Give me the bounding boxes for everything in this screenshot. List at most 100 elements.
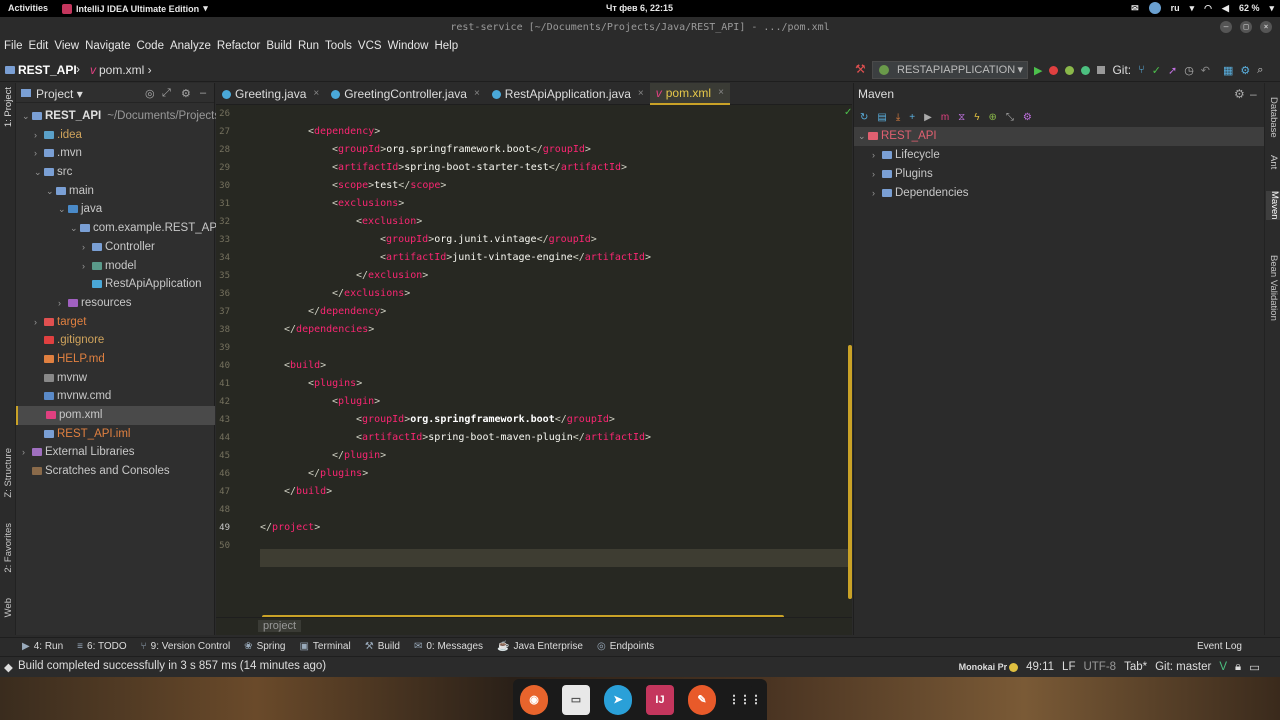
language-indicator[interactable]: ru (1171, 3, 1180, 13)
tree-item[interactable]: › External Libraries (16, 443, 215, 462)
app-menu[interactable]: IntelliJ IDEA Ultimate Edition ▾ (62, 3, 208, 14)
layout-icon[interactable]: ▦ (1223, 64, 1233, 77)
gear-icon[interactable]: ⚙ (1234, 87, 1245, 101)
chevron-right-icon[interactable]: › (82, 238, 92, 257)
tree-item[interactable]: › target (16, 313, 215, 332)
tree-item[interactable]: REST_API.iml (16, 425, 215, 444)
locate-icon[interactable]: ◎ (145, 87, 155, 100)
lock-icon[interactable]: 🔒︎ (1235, 661, 1241, 674)
bottom-tab[interactable]: ▣ Terminal (299, 638, 350, 655)
hide-icon[interactable]: – (1250, 87, 1257, 101)
menu-view[interactable]: View (54, 38, 83, 57)
activities-button[interactable]: Activities (8, 3, 48, 13)
caret-position[interactable]: 49:11 (1026, 661, 1054, 673)
breadcrumb-file[interactable]: v pom.xml › (90, 63, 152, 77)
reload-icon[interactable]: ↻ (860, 112, 868, 123)
ant-tool-tab[interactable]: Ant (1268, 155, 1279, 169)
telegram-icon[interactable]: ➤ (604, 684, 632, 715)
indent-setting[interactable]: Tab* (1124, 661, 1147, 673)
chevron-right-icon[interactable]: › (22, 443, 32, 462)
tree-item[interactable]: › .mvn (16, 144, 215, 163)
intellij-icon[interactable]: IJ (646, 684, 674, 715)
bottom-tab[interactable]: ✉ 0: Messages (414, 638, 483, 655)
tree-item[interactable]: ⌄ main (16, 182, 215, 201)
event-log-button[interactable]: Event Log (1197, 638, 1242, 656)
stop-icon[interactable] (1097, 66, 1106, 74)
settings-icon[interactable]: ⚙ (1240, 64, 1250, 77)
tree-item[interactable]: ⌄ REST_API ~/Documents/Projects/ (16, 107, 223, 126)
web-tool-tab[interactable]: Web (3, 598, 14, 617)
firefox-icon[interactable]: ◉ (520, 684, 548, 715)
chevron-down-icon[interactable]: ⌄ (34, 163, 44, 182)
menu-window[interactable]: Window (388, 38, 433, 57)
bottom-tab[interactable]: ◎ Endpoints (597, 638, 654, 655)
system-tray[interactable]: ✉ ru ▾ ◠ ◀ 62 % ▾ (1131, 2, 1274, 14)
tree-item[interactable]: .gitignore (16, 331, 215, 350)
tree-item[interactable]: › model (16, 257, 215, 276)
menu-run[interactable]: Run (298, 38, 323, 57)
files-icon[interactable]: ▭ (562, 684, 590, 715)
close-icon[interactable]: × (474, 83, 480, 105)
editor-tab[interactable]: GreetingController.java × (325, 83, 486, 105)
maven-tool-tab[interactable]: Maven (1266, 191, 1280, 220)
editor-breadcrumb[interactable]: project (258, 620, 302, 632)
menu-tools[interactable]: Tools (325, 38, 356, 57)
file-encoding[interactable]: UTF-8 (1083, 661, 1116, 673)
skip-tests-icon[interactable]: ϟ (974, 112, 979, 123)
theme-indicator[interactable]: Monokai Pr (959, 662, 1008, 672)
menu-vcs[interactable]: VCS (358, 38, 386, 57)
volume-icon[interactable]: ◀ (1222, 3, 1229, 14)
git-push-icon[interactable]: ➚ (1168, 64, 1177, 77)
git-commit-icon[interactable]: ✓ (1152, 64, 1161, 77)
menu-navigate[interactable]: Navigate (85, 38, 134, 57)
close-icon[interactable]: × (718, 82, 724, 104)
vertical-scrollbar[interactable] (848, 345, 852, 599)
chevron-down-icon[interactable]: ⌄ (22, 107, 32, 126)
tree-item[interactable]: mvnw.cmd (16, 387, 215, 406)
minimize-icon[interactable]: – (1220, 21, 1232, 33)
bottom-tab[interactable]: ▶ 4: Run (22, 638, 63, 655)
tree-item[interactable]: RestApiApplication (16, 275, 215, 294)
maven-tree-item[interactable]: › Dependencies (854, 184, 1265, 203)
search-icon[interactable]: ⌕ (1257, 64, 1263, 77)
chevron-down-icon[interactable]: ⌄ (858, 127, 868, 146)
breadcrumb-project[interactable]: REST_API (18, 63, 77, 77)
bottom-tab[interactable]: ❀ Spring (244, 638, 285, 655)
chevron-right-icon[interactable]: › (34, 313, 44, 332)
app-grid-icon[interactable]: ⋮⋮⋮ (729, 684, 762, 715)
chevron-right-icon[interactable]: › (58, 294, 68, 313)
maximize-icon[interactable]: □ (1240, 21, 1252, 33)
bean-validation-tool-tab[interactable]: Bean Validation (1268, 255, 1279, 321)
wifi-icon[interactable]: ◠ (1204, 3, 1212, 14)
show-dependencies-icon[interactable]: ⊕ (988, 112, 996, 123)
chevron-right-icon[interactable]: › (82, 257, 92, 276)
battery-indicator[interactable]: 62 % (1239, 3, 1260, 13)
editor-tab[interactable]: Greeting.java × (216, 83, 325, 105)
debug-icon[interactable] (1049, 65, 1059, 75)
profile-icon[interactable] (1081, 65, 1091, 75)
menu-help[interactable]: Help (434, 38, 462, 57)
hammer-icon[interactable]: ⚒ (855, 62, 866, 76)
maven-goal-icon[interactable]: m (941, 112, 949, 123)
code-view[interactable]: <dependency> <groupId>org.springframework… (260, 105, 850, 615)
tree-item[interactable]: HELP.md (16, 350, 215, 369)
tree-item[interactable]: › .idea (16, 126, 215, 145)
project-tool-tab[interactable]: 1: Project (3, 87, 14, 127)
favorites-tool-tab[interactable]: 2: Favorites (3, 523, 14, 573)
tree-item[interactable]: Scratches and Consoles (16, 462, 215, 481)
menu-code[interactable]: Code (136, 38, 168, 57)
chevron-down-icon[interactable]: ⌄ (58, 200, 68, 219)
close-icon[interactable]: × (313, 83, 319, 105)
menu-refactor[interactable]: Refactor (217, 38, 264, 57)
tree-item[interactable]: ⌄ java (16, 200, 215, 219)
tree-item[interactable]: › Controller (16, 238, 215, 257)
download-icon[interactable]: ⤓ (896, 112, 900, 123)
bottom-tab[interactable]: ⑂ 9: Version Control (141, 638, 231, 655)
line-separator[interactable]: LF (1062, 661, 1075, 673)
menu-file[interactable]: File (4, 38, 27, 57)
settings-icon[interactable]: ⚙ (1023, 112, 1032, 123)
rollback-icon[interactable]: ↶ (1201, 64, 1210, 77)
toggle-offline-icon[interactable]: ⧖ (958, 112, 965, 123)
chevron-down-icon[interactable]: ⌄ (46, 182, 56, 201)
bottom-tab[interactable]: ⚒ Build (365, 638, 400, 655)
